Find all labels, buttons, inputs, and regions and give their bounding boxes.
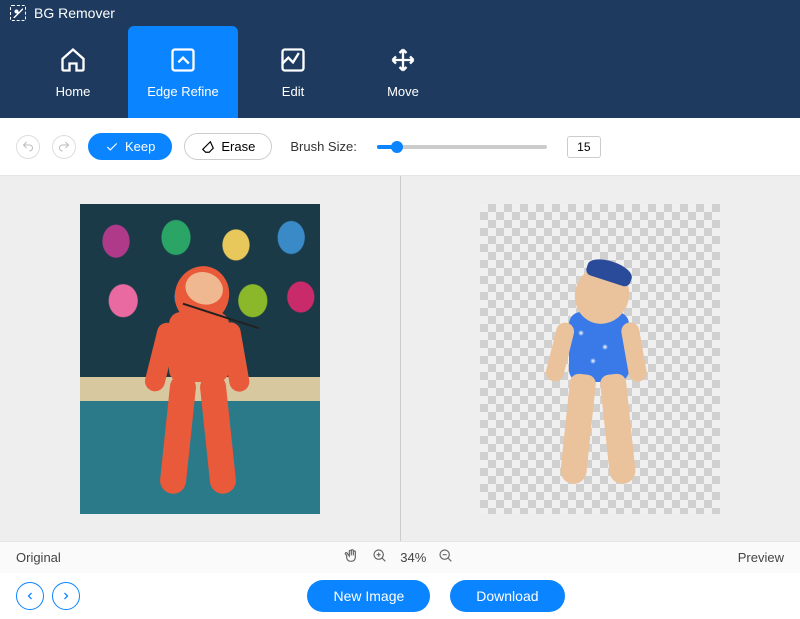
zoom-controls: 34% [344, 548, 454, 567]
original-canvas [80, 204, 320, 514]
status-bar: Original 34% Preview [0, 541, 800, 573]
slider-thumb[interactable] [391, 141, 403, 153]
keep-button[interactable]: Keep [88, 133, 172, 160]
erase-button[interactable]: Erase [184, 133, 272, 160]
zoom-in-icon [372, 548, 388, 564]
tab-move-label: Move [387, 84, 419, 99]
subject-cutout [535, 266, 665, 506]
erase-label: Erase [221, 139, 255, 154]
chevron-left-icon [24, 590, 36, 602]
hand-tool-button[interactable] [344, 548, 360, 567]
brush-size-label: Brush Size: [290, 139, 356, 154]
preview-label: Preview [738, 550, 784, 565]
download-button[interactable]: Download [450, 580, 564, 612]
tab-move[interactable]: Move [348, 26, 458, 118]
tab-edit[interactable]: Edit [238, 26, 348, 118]
app-title: BG Remover [34, 5, 115, 21]
hand-icon [344, 548, 360, 564]
toolbar: Keep Erase Brush Size: 15 [0, 118, 800, 176]
tab-edge-refine[interactable]: Edge Refine [128, 26, 238, 118]
preview-canvas [480, 204, 720, 514]
brush-size-value[interactable]: 15 [567, 136, 601, 158]
app-logo-icon [10, 5, 26, 21]
zoom-level: 34% [400, 550, 426, 565]
preview-pane[interactable] [401, 176, 800, 541]
footer: New Image Download [0, 573, 800, 619]
redo-icon [58, 141, 70, 153]
titlebar: BG Remover [0, 0, 800, 26]
prev-button[interactable] [16, 582, 44, 610]
new-image-button[interactable]: New Image [307, 580, 430, 612]
zoom-out-button[interactable] [438, 548, 454, 567]
move-icon [389, 46, 417, 74]
app-header: BG Remover Home Edge Refine Edit Move [0, 0, 800, 118]
undo-icon [22, 141, 34, 153]
edit-icon [279, 46, 307, 74]
keep-label: Keep [125, 139, 155, 154]
tab-edit-label: Edit [282, 84, 304, 99]
zoom-out-icon [438, 548, 454, 564]
chevron-right-icon [60, 590, 72, 602]
main-tabs: Home Edge Refine Edit Move [0, 26, 800, 118]
next-button[interactable] [52, 582, 80, 610]
undo-button[interactable] [16, 135, 40, 159]
zoom-in-button[interactable] [372, 548, 388, 567]
original-label: Original [16, 550, 61, 565]
workspace [0, 176, 800, 541]
subject-mask [135, 266, 265, 506]
tab-home[interactable]: Home [18, 26, 128, 118]
tab-edge-refine-label: Edge Refine [147, 84, 219, 99]
keep-icon [105, 140, 119, 154]
erase-icon [201, 140, 215, 154]
tab-home-label: Home [56, 84, 91, 99]
redo-button[interactable] [52, 135, 76, 159]
edge-refine-icon [169, 46, 197, 74]
brush-size-slider[interactable] [377, 145, 547, 149]
home-icon [59, 46, 87, 74]
original-pane[interactable] [0, 176, 401, 541]
